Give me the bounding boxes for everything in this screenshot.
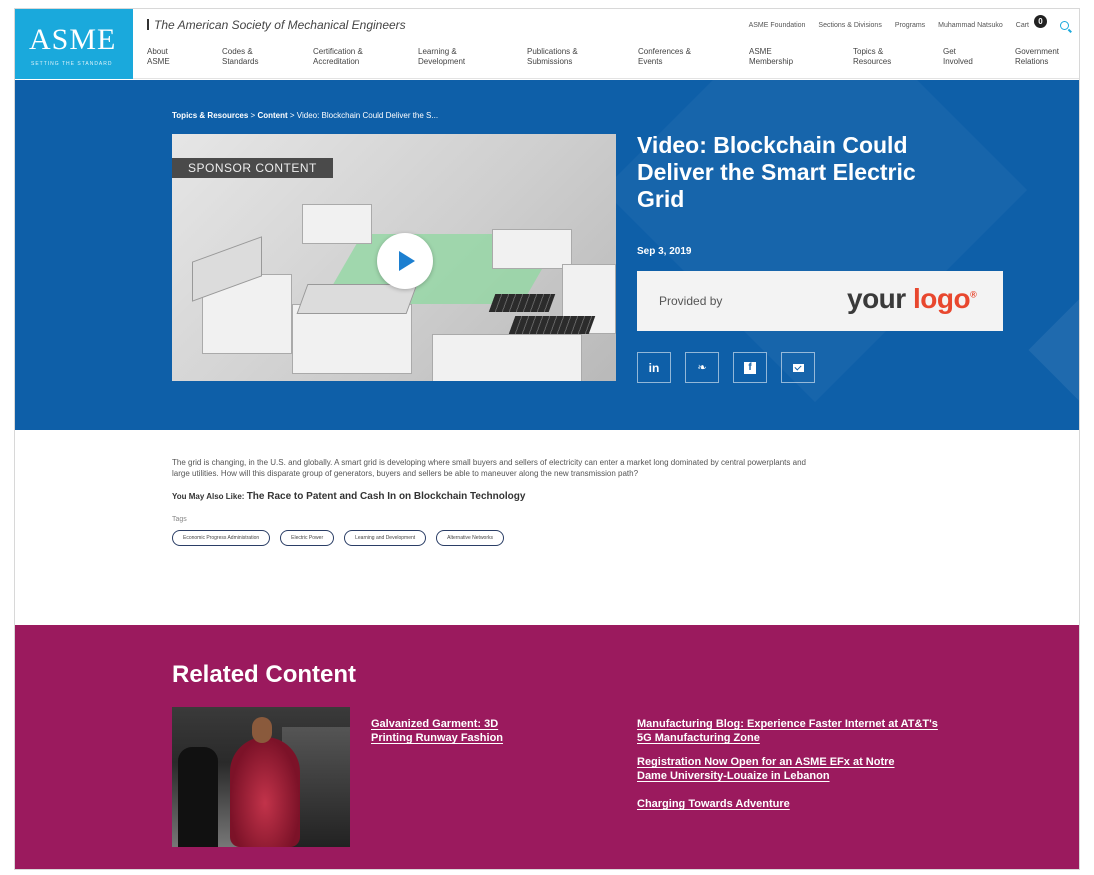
page-frame: ASME SETTING THE STANDARD The American S… [14,8,1080,870]
video-thumbnail-house [292,304,412,374]
video-thumbnail-solar-panel [508,316,596,334]
main-nav: About ASME Codes & Standards Certification… [147,47,1067,75]
video-thumbnail-house [492,229,572,269]
also-like-link[interactable]: The Race to Patent and Cash In on Blockc… [247,491,526,502]
nav-item-get-involved[interactable]: Get Involved [943,47,1023,67]
utility-link-sections[interactable]: Sections & Divisions [818,22,881,29]
nav-item-certification[interactable]: Certification & Accreditation [313,47,393,67]
related-link[interactable]: Charging Towards Adventure [637,797,927,811]
cart-count-badge: 0 [1034,15,1047,28]
nav-item-publications[interactable]: Publications & Submissions [527,47,607,67]
video-thumbnail-house [432,334,582,381]
related-content-section: Related Content Galvanized Garment: 3D P… [15,625,1079,869]
twitter-share-button[interactable]: ❧ [685,352,719,383]
utility-nav: ASME Foundation Sections & Divisions Pro… [749,15,1069,30]
sponsor-content-label: SPONSOR CONTENT [172,158,333,178]
nav-item-topics[interactable]: Topics & Resources [853,47,933,67]
provided-by-label: Provided by [659,294,723,308]
article-paragraph: The grid is changing, in the U.S. and gl… [172,458,806,478]
org-name: The American Society of Mechanical Engin… [147,18,406,32]
tag-pill[interactable]: Economic Progress Administration [172,530,271,546]
utility-link-account[interactable]: Muhammad Natsuko [938,22,1003,29]
article-body: The grid is changing, in the U.S. and gl… [172,457,812,546]
image-person [178,747,218,847]
nav-item-membership[interactable]: ASME Membership [749,47,829,67]
utility-link-foundation[interactable]: ASME Foundation [749,22,806,29]
image-person [252,717,272,743]
logo-wordmark: ASME [29,23,117,56]
breadcrumb-current: Video: Blockchain Could Deliver the S... [296,111,439,120]
linkedin-share-button[interactable]: in [637,352,671,383]
nav-item-learning[interactable]: Learning & Development [418,47,498,67]
facebook-share-button[interactable]: f [733,352,767,383]
hero-decoration [1028,293,1079,407]
social-share-bar: in ❧ f [637,352,815,383]
also-like: You May Also Like: The Race to Patent an… [172,491,812,502]
nav-item-about[interactable]: About ASME [147,47,227,67]
tags-label: Tags [172,516,187,523]
tag-pill[interactable]: Alternative Networks [436,530,505,546]
sponsor-logo[interactable]: your logo® [847,283,977,315]
publish-date: Sep 3, 2019 [637,246,692,257]
site-header: ASME SETTING THE STANDARD The American S… [15,9,1079,79]
breadcrumb-topics[interactable]: Topics & Resources [172,111,248,120]
image-dress [230,737,300,847]
org-name-text: The American Society of Mechanical Engin… [154,18,406,32]
nav-item-conferences[interactable]: Conferences & Events [638,47,718,67]
nav-item-codes-standards[interactable]: Codes & Standards [222,47,302,67]
tag-pill[interactable]: Learning and Development [344,530,427,546]
email-share-button[interactable] [781,352,815,383]
hero-section: Topics & Resources > Content > Video: Bl… [15,80,1079,430]
also-like-label: You May Also Like: [172,492,247,501]
related-link[interactable]: Registration Now Open for an ASME EFx at… [637,755,927,783]
provided-by-box: Provided by your logo® [637,271,1003,331]
twitter-icon: ❧ [697,362,707,374]
facebook-icon: f [744,361,756,374]
tag-list: Economic Progress Administration Electri… [172,530,812,546]
related-featured-image[interactable] [172,707,350,847]
video-thumbnail-solar-panel [488,294,556,312]
utility-link-programs[interactable]: Programs [895,22,925,29]
search-icon[interactable] [1060,21,1069,30]
utility-link-cart[interactable]: Cart [1016,22,1029,29]
related-featured-link[interactable]: Galvanized Garment: 3D Printing Runway F… [371,717,541,745]
tag-pill[interactable]: Electric Power [280,530,335,546]
related-link[interactable]: Manufacturing Blog: Experience Faster In… [637,717,947,745]
org-divider [147,19,149,30]
related-content-title: Related Content [172,661,357,688]
page-title: Video: Blockchain Could Deliver the Smar… [637,132,916,212]
breadcrumb: Topics & Resources > Content > Video: Bl… [172,111,439,120]
email-icon [792,363,804,372]
logo-tagline: SETTING THE STANDARD [31,61,113,67]
video-player[interactable]: SPONSOR CONTENT [172,134,616,381]
video-thumbnail-house [302,204,372,244]
breadcrumb-content[interactable]: Content [257,111,287,120]
nav-item-government[interactable]: Government Relations [1015,47,1075,67]
play-icon[interactable] [377,233,433,289]
linkedin-icon: in [648,360,660,375]
asme-logo[interactable]: ASME SETTING THE STANDARD [15,9,133,79]
